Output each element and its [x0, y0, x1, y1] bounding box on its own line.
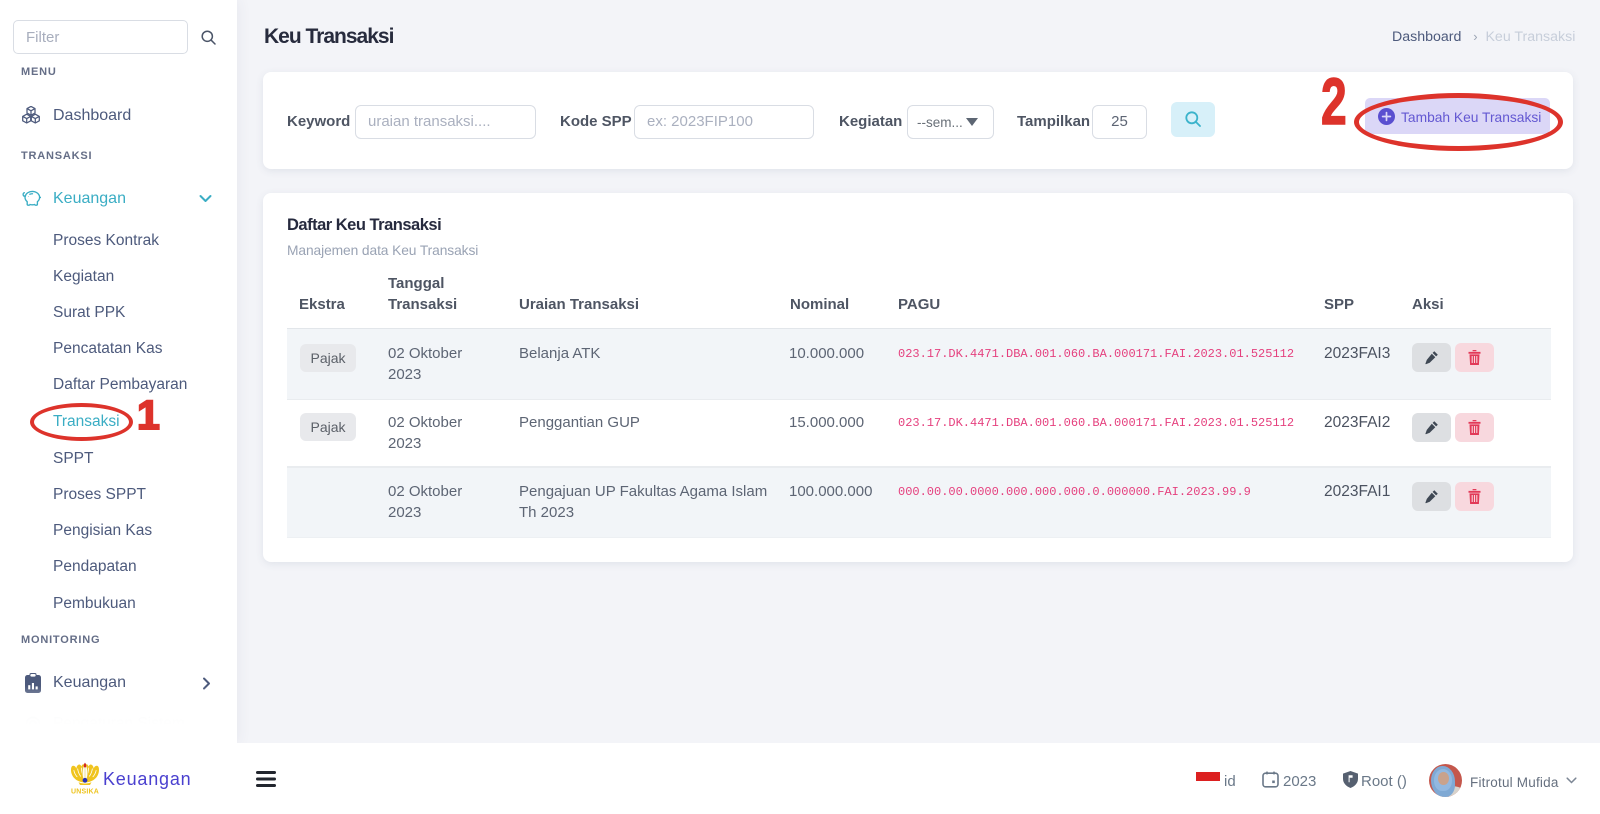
- svg-text:UNSIKA: UNSIKA: [71, 789, 99, 796]
